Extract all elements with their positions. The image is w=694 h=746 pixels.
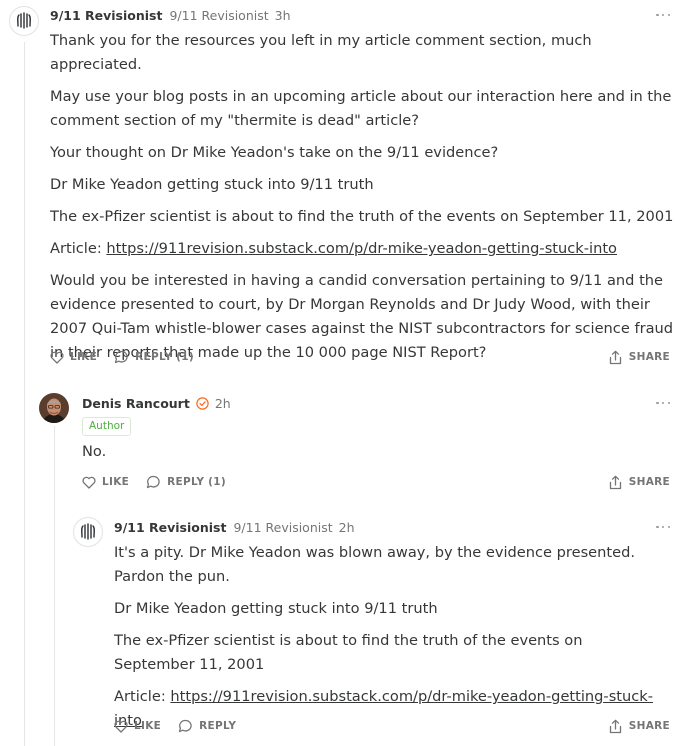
article-prefix: Article: [114, 688, 171, 705]
comment-body: Thank you for the resources you left in … [50, 29, 680, 373]
share-button[interactable]: SHARE [609, 717, 670, 735]
share-icon [609, 350, 621, 364]
comment-body: It's a pity. Dr Mike Yeadon was blown aw… [114, 541, 674, 741]
reply-label: REPLY (1) [167, 476, 226, 488]
more-icon[interactable] [656, 10, 670, 20]
share-label: SHARE [628, 720, 670, 732]
article-line: Article: https://911revision.substack.co… [50, 237, 680, 261]
like-label: LIKE [70, 351, 98, 363]
paragraph: No. [82, 443, 107, 460]
timestamp[interactable]: 2h [215, 396, 231, 411]
reply-label: REPLY [199, 720, 237, 732]
heart-icon [50, 351, 64, 364]
paragraph: The ex-Pfizer scientist is about to find… [114, 632, 583, 673]
like-button[interactable]: LIKE [114, 720, 161, 733]
paragraph: Dr Mike Yeadon getting stuck into 9/11 t… [114, 600, 438, 617]
author-handle[interactable]: 9/11 Revisionist [169, 8, 268, 23]
avatar[interactable] [39, 393, 69, 423]
revisionist-logo-icon [81, 523, 95, 540]
share-icon [609, 719, 621, 733]
avatar[interactable] [73, 517, 103, 547]
paragraph: Dr Mike Yeadon getting stuck into 9/11 t… [50, 176, 374, 193]
share-button[interactable]: SHARE [609, 348, 670, 366]
paragraph: Your thought on Dr Mike Yeadon's take on… [50, 144, 499, 161]
reply-button[interactable]: REPLY [178, 719, 236, 733]
share-label: SHARE [628, 476, 670, 488]
reply-button[interactable]: REPLY (1) [146, 475, 226, 489]
revisionist-logo-icon [17, 12, 31, 29]
paragraph: Thank you for the resources you left in … [50, 32, 592, 73]
timestamp[interactable]: 2h [339, 520, 355, 535]
like-label: LIKE [102, 476, 130, 488]
thread-line [54, 426, 55, 746]
author-name[interactable]: Denis Rancourt [82, 396, 190, 411]
comment-body: No. [82, 440, 672, 472]
verified-icon [196, 396, 209, 410]
reply-button[interactable]: REPLY (1) [114, 350, 194, 364]
heart-icon [82, 476, 96, 489]
author-badge: Author [82, 417, 132, 436]
author-handle[interactable]: 9/11 Revisionist [233, 520, 332, 535]
share-button[interactable]: SHARE [609, 473, 670, 491]
like-button[interactable]: LIKE [82, 476, 129, 489]
profile-photo [39, 393, 69, 423]
more-icon[interactable] [656, 398, 670, 408]
share-label: SHARE [628, 351, 670, 363]
paragraph: It's a pity. Dr Mike Yeadon was blown aw… [114, 544, 635, 585]
more-icon[interactable] [656, 522, 670, 532]
paragraph: The ex-Pfizer scientist is about to find… [50, 208, 674, 225]
reply-icon [178, 719, 192, 733]
reply-icon [114, 350, 128, 364]
heart-icon [114, 720, 128, 733]
reply-label: REPLY (1) [135, 351, 194, 363]
author-name[interactable]: 9/11 Revisionist [114, 520, 226, 535]
paragraph: May use your blog posts in an upcoming a… [50, 88, 672, 129]
timestamp[interactable]: 3h [275, 8, 291, 23]
thread-line [24, 42, 25, 746]
article-prefix: Article: [50, 240, 107, 257]
avatar[interactable] [9, 6, 39, 36]
reply-icon [146, 475, 160, 489]
like-label: LIKE [134, 720, 162, 732]
article-link[interactable]: https://911revision.substack.com/p/dr-mi… [106, 240, 617, 257]
share-icon [609, 475, 621, 489]
like-button[interactable]: LIKE [50, 351, 97, 364]
author-name[interactable]: 9/11 Revisionist [50, 8, 162, 23]
